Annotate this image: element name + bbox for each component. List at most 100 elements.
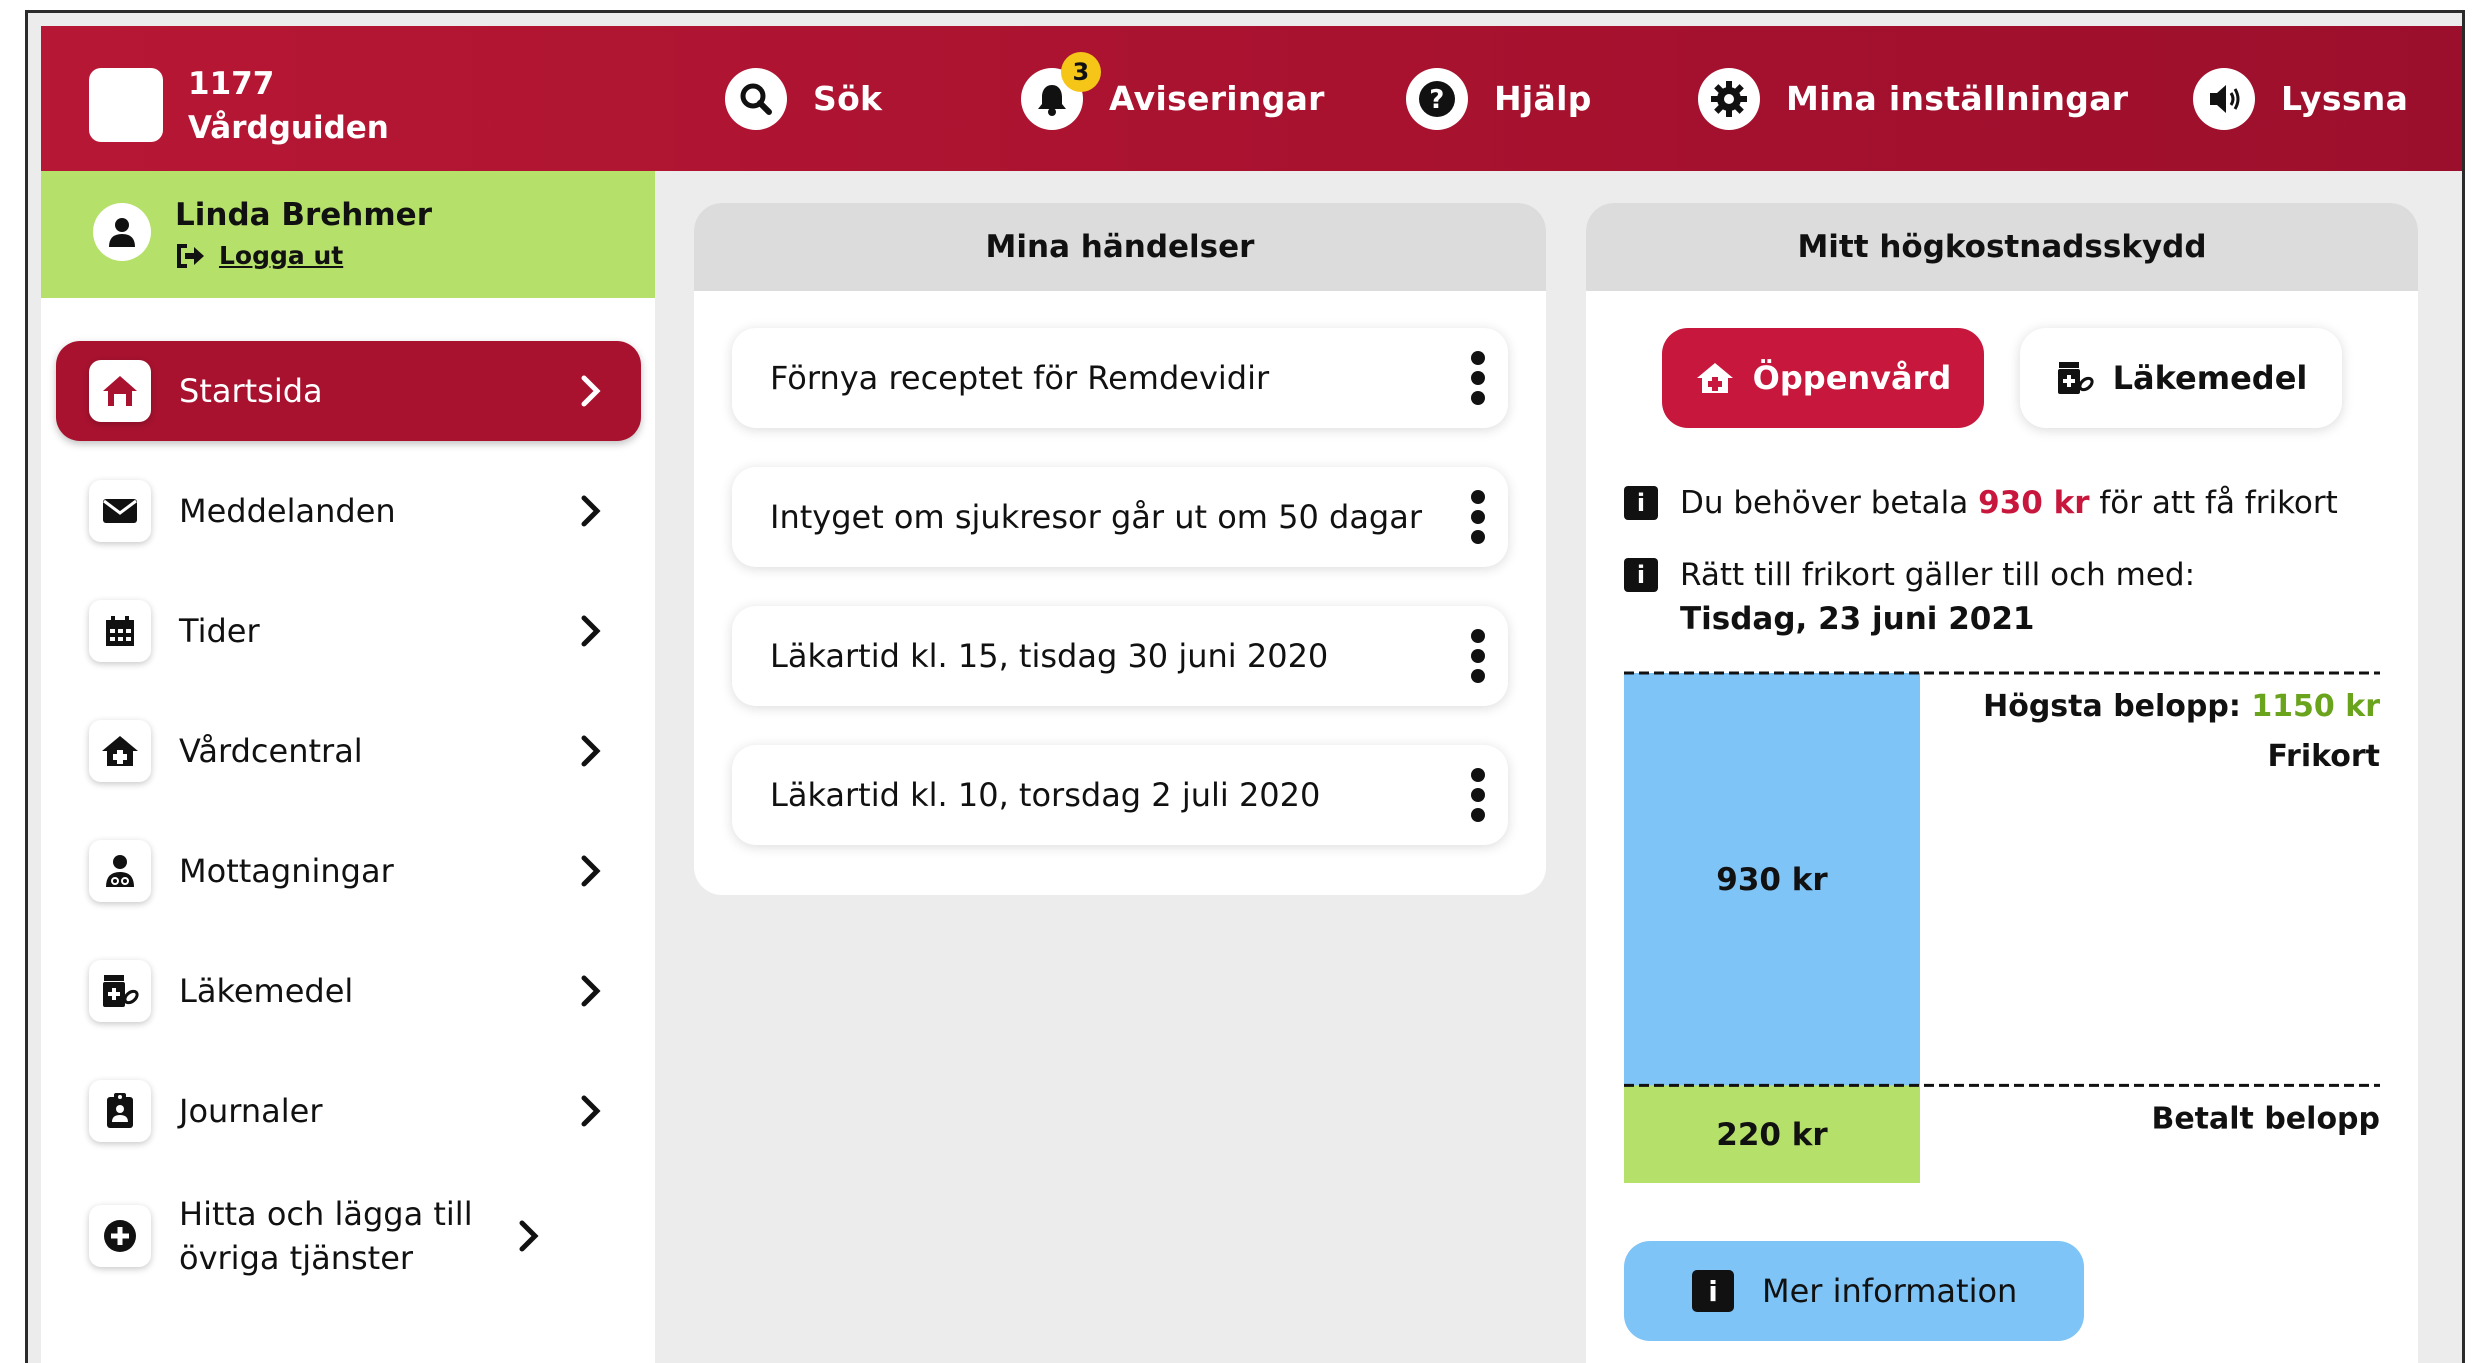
- more-options-icon[interactable]: [1448, 328, 1508, 428]
- more-options-icon[interactable]: [1448, 467, 1508, 567]
- tab-oppenvard[interactable]: Öppenvård: [1662, 328, 1984, 428]
- validity-info-line1: Rätt till frikort gäller till och med:: [1680, 557, 2196, 593]
- payment-info: i Du behöver betala 930 kr för att få fr…: [1624, 481, 2338, 525]
- nav-settings-label: Mina inställningar: [1786, 79, 2129, 118]
- event-item[interactable]: Intyget om sjukresor går ut om 50 dagar: [732, 467, 1508, 567]
- nav-listen-label: Lyssna: [2281, 79, 2409, 118]
- envelope-icon: [89, 480, 151, 542]
- chevron-right-icon: [571, 974, 611, 1008]
- nav-settings[interactable]: Mina inställningar: [1698, 26, 2128, 171]
- logout-icon: [177, 243, 204, 268]
- calendar-icon: [89, 600, 151, 662]
- event-item[interactable]: Läkartid kl. 15, tisdag 30 juni 2020: [732, 606, 1508, 706]
- validity-info: i Rätt till frikort gäller till och med:…: [1624, 553, 2195, 641]
- clipboard-icon: [89, 1080, 151, 1142]
- home-icon: [89, 360, 151, 422]
- sidebar-item-label: Läkemedel: [179, 972, 354, 1010]
- medicine-icon: [89, 960, 151, 1022]
- cost-card: Mitt högkostnadsskydd Öppenvård Läkemede…: [1586, 203, 2418, 1363]
- brand-logo[interactable]: [89, 68, 163, 142]
- clinic-icon: [1696, 363, 1733, 393]
- brand-line1: 1177: [188, 66, 275, 102]
- sidebar-item-tider[interactable]: Tider: [56, 581, 641, 681]
- help-icon: ?: [1406, 67, 1468, 130]
- sidebar-item-lakemedel[interactable]: Läkemedel: [56, 941, 641, 1041]
- top-bar: 1177 Vårdguiden Sök 3 Aviseringar ? Hjäl…: [41, 26, 2462, 171]
- event-text: Läkartid kl. 15, tisdag 30 juni 2020: [770, 637, 1329, 675]
- more-options-icon[interactable]: [1448, 745, 1508, 845]
- nav-notifications[interactable]: 3 Aviseringar: [1021, 26, 1325, 171]
- chevron-right-icon: [571, 374, 611, 408]
- nav-search-label: Sök: [813, 79, 883, 118]
- doctor-icon: [89, 840, 151, 902]
- chevron-right-icon: [571, 494, 611, 528]
- sidebar-item-label: Journaler: [179, 1092, 323, 1130]
- validity-info-text: Rätt till frikort gäller till och med: T…: [1680, 553, 2195, 641]
- payment-info-post: för att få frikort: [2099, 485, 2338, 521]
- nav-help-label: Hjälp: [1494, 79, 1592, 118]
- chevron-right-icon: [571, 854, 611, 888]
- gear-icon: [1698, 67, 1760, 130]
- sidebar-item-label: Vårdcentral: [179, 732, 363, 770]
- max-label-amount: 1150 kr: [2251, 689, 2380, 724]
- event-text: Intyget om sjukresor går ut om 50 dagar: [770, 498, 1422, 536]
- medicine-icon: [2057, 362, 2094, 394]
- sidebar-item-ovriga-tjanster[interactable]: Hitta och lägga till övriga tjänster: [56, 1181, 641, 1291]
- bell-icon: 3: [1021, 51, 1101, 130]
- sidebar-item-label: Hitta och lägga till övriga tjänster: [179, 1195, 473, 1277]
- chevron-right-icon: [571, 734, 611, 768]
- nav-search[interactable]: Sök: [725, 26, 882, 171]
- nav-help[interactable]: ? Hjälp: [1406, 26, 1592, 171]
- frikort-label: Frikort: [2267, 739, 2380, 774]
- user-panel: Linda Brehmer Logga ut: [41, 171, 655, 298]
- plus-circle-icon: [89, 1205, 151, 1267]
- payment-info-text: Du behöver betala 930 kr för att få frik…: [1680, 481, 2338, 525]
- paid-caption: Betalt belopp: [2151, 1101, 2380, 1136]
- info-icon: i: [1624, 486, 1658, 520]
- event-item[interactable]: Läkartid kl. 10, torsdag 2 juli 2020: [732, 745, 1508, 845]
- payment-info-amount: 930 kr: [1978, 485, 2090, 521]
- tab-lakemedel-label: Läkemedel: [2112, 359, 2308, 397]
- logout-label: Logga ut: [219, 241, 344, 270]
- tab-lakemedel[interactable]: Läkemedel: [2020, 328, 2342, 428]
- info-icon: i: [1624, 558, 1658, 592]
- event-text: Läkartid kl. 10, torsdag 2 juli 2020: [770, 776, 1321, 814]
- sidebar-item-meddelanden[interactable]: Meddelanden: [56, 461, 641, 561]
- chevron-right-icon: [571, 1094, 611, 1128]
- sidebar-item-label: Mottagningar: [179, 852, 394, 890]
- events-title: Mina händelser: [694, 203, 1546, 291]
- more-options-icon[interactable]: [1448, 606, 1508, 706]
- max-label-text: Högsta belopp:: [1983, 689, 2241, 724]
- logout-link[interactable]: Logga ut: [175, 241, 343, 270]
- brand-name[interactable]: 1177 Vårdguiden: [188, 62, 389, 150]
- app-frame: 1177 Vårdguiden Sök 3 Aviseringar ? Hjäl…: [25, 10, 2465, 1363]
- remaining-amount-label: 930 kr: [1716, 862, 1828, 898]
- sidebar-item-label: Tider: [179, 612, 260, 650]
- info-icon: i: [1692, 1270, 1734, 1312]
- notification-badge: 3: [1061, 51, 1101, 92]
- chevron-right-icon: [571, 614, 611, 648]
- nav-listen[interactable]: Lyssna: [2193, 26, 2408, 171]
- payment-info-pre: Du behöver betala: [1680, 485, 1969, 521]
- event-text: Förnya receptet för Remdevidir: [770, 359, 1270, 397]
- user-icon: [93, 203, 151, 261]
- events-card: Mina händelser Förnya receptet för Remde…: [694, 203, 1546, 895]
- tab-oppenvard-label: Öppenvård: [1752, 359, 1952, 397]
- more-info-label: Mer information: [1762, 1272, 2018, 1310]
- more-info-button[interactable]: i Mer information: [1624, 1241, 2084, 1341]
- sidebar-item-vardcentral[interactable]: Vårdcentral: [56, 701, 641, 801]
- sidebar-item-startsida[interactable]: Startsida: [56, 341, 641, 441]
- event-item[interactable]: Förnya receptet för Remdevidir: [732, 328, 1508, 428]
- user-name: Linda Brehmer: [175, 197, 432, 233]
- sidebar-item-journaler[interactable]: Journaler: [56, 1061, 641, 1161]
- sidebar-item-label: Startsida: [179, 372, 323, 410]
- cost-title: Mitt högkostnadsskydd: [1586, 203, 2418, 291]
- speaker-icon: [2193, 67, 2255, 130]
- sidebar: Linda Brehmer Logga ut Startsida Meddela…: [41, 171, 655, 1363]
- brand-line2: Vårdguiden: [188, 110, 389, 146]
- validity-info-date: Tisdag, 23 juni 2021: [1680, 601, 2035, 637]
- max-amount-label: Högsta belopp: 1150 kr: [1983, 689, 2380, 724]
- svg-text:?: ?: [1429, 85, 1444, 115]
- sidebar-item-mottagningar[interactable]: Mottagningar: [56, 821, 641, 921]
- clinic-icon: [89, 720, 151, 782]
